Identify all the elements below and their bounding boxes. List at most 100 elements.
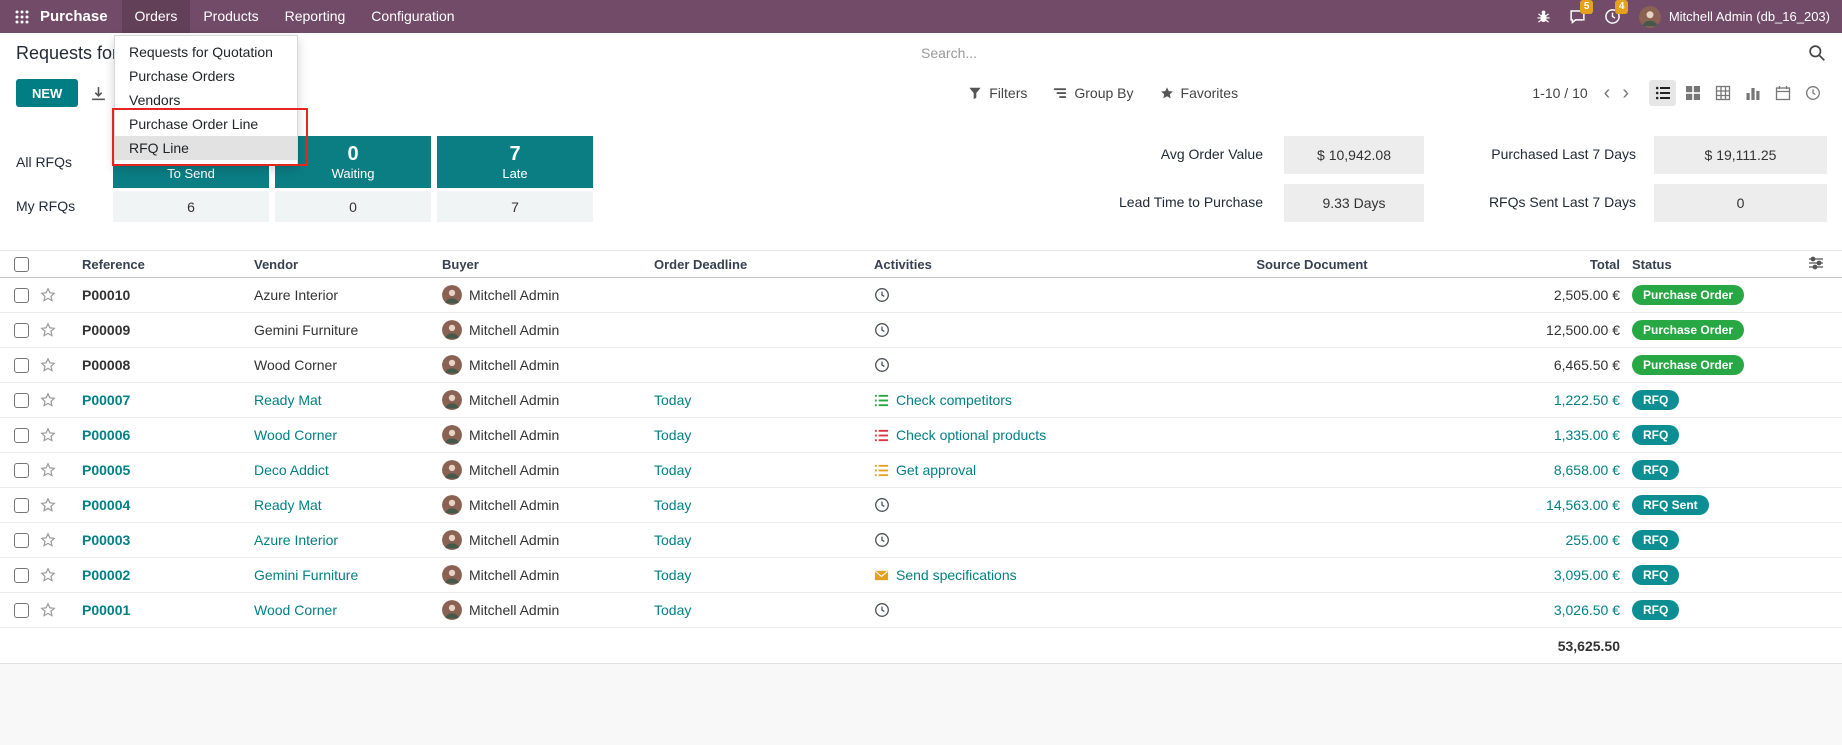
row-reference[interactable]: P00001 <box>74 602 250 618</box>
table-row[interactable]: P00001 Wood Corner Mitchell Admin Today … <box>0 593 1842 628</box>
my-rfq-waiting[interactable]: 0 <box>275 191 431 222</box>
dropdown-item-vendors[interactable]: Vendors <box>115 88 297 112</box>
dropdown-item-purchase-order-line[interactable]: Purchase Order Line <box>115 112 297 136</box>
row-reference[interactable]: P00005 <box>74 462 250 478</box>
menu-reporting[interactable]: Reporting <box>272 0 359 33</box>
row-activity[interactable]: Get approval <box>874 462 1144 478</box>
view-list-icon[interactable] <box>1649 80 1676 106</box>
row-checkbox[interactable] <box>14 358 29 373</box>
email-activity-icon[interactable] <box>874 568 889 583</box>
view-activity-icon[interactable] <box>1799 80 1826 106</box>
row-reference[interactable]: P00008 <box>74 357 250 373</box>
row-activity[interactable] <box>874 532 1144 548</box>
row-activity[interactable] <box>874 322 1144 338</box>
row-activity-label[interactable]: Get approval <box>896 462 976 478</box>
activities-icon[interactable]: 4 <box>1604 8 1621 25</box>
row-activity[interactable] <box>874 357 1144 373</box>
row-star-icon[interactable] <box>40 322 74 338</box>
pager-prev-icon[interactable]: ‹ <box>1598 83 1617 103</box>
table-row[interactable]: P00005 Deco Addict Mitchell Admin Today … <box>0 453 1842 488</box>
row-reference[interactable]: P00010 <box>74 287 250 303</box>
clock-activity-icon[interactable] <box>874 357 890 373</box>
view-calendar-icon[interactable] <box>1769 80 1796 106</box>
user-name[interactable]: Mitchell Admin (db_16_203) <box>1669 9 1830 24</box>
dropdown-item-requests-for-quotation[interactable]: Requests for Quotation <box>115 40 297 64</box>
row-checkbox[interactable] <box>14 393 29 408</box>
view-kanban-icon[interactable] <box>1679 80 1706 106</box>
table-row[interactable]: P00003 Azure Interior Mitchell Admin Tod… <box>0 523 1842 558</box>
clock-activity-icon[interactable] <box>874 532 890 548</box>
row-reference[interactable]: P00003 <box>74 532 250 548</box>
table-row[interactable]: P00006 Wood Corner Mitchell Admin Today … <box>0 418 1842 453</box>
col-source-document[interactable]: Source Document <box>1144 257 1480 272</box>
dropdown-item-purchase-orders[interactable]: Purchase Orders <box>115 64 297 88</box>
row-checkbox[interactable] <box>14 428 29 443</box>
export-icon[interactable] <box>90 85 107 102</box>
row-star-icon[interactable] <box>40 357 74 373</box>
table-row[interactable]: P00010 Azure Interior Mitchell Admin 2,5… <box>0 278 1842 313</box>
clock-activity-icon[interactable] <box>874 322 890 338</box>
col-order-deadline[interactable]: Order Deadline <box>654 257 874 272</box>
row-star-icon[interactable] <box>40 532 74 548</box>
row-activity[interactable] <box>874 497 1144 513</box>
apps-grid-icon[interactable] <box>6 9 38 25</box>
select-all-checkbox[interactable] <box>14 257 29 272</box>
list-activity-icon[interactable] <box>874 393 889 408</box>
row-star-icon[interactable] <box>40 497 74 513</box>
row-checkbox[interactable] <box>14 533 29 548</box>
view-graph-icon[interactable] <box>1739 80 1766 106</box>
view-pivot-icon[interactable] <box>1709 80 1736 106</box>
table-row[interactable]: P00004 Ready Mat Mitchell Admin Today 14… <box>0 488 1842 523</box>
table-row[interactable]: P00009 Gemini Furniture Mitchell Admin 1… <box>0 313 1842 348</box>
col-reference[interactable]: Reference <box>74 257 250 272</box>
row-checkbox[interactable] <box>14 568 29 583</box>
col-total[interactable]: Total <box>1480 257 1620 272</box>
row-star-icon[interactable] <box>40 567 74 583</box>
row-reference[interactable]: P00004 <box>74 497 250 513</box>
row-activity[interactable] <box>874 287 1144 303</box>
row-star-icon[interactable] <box>40 392 74 408</box>
row-activity[interactable]: Check competitors <box>874 392 1144 408</box>
group-by-button[interactable]: Group By <box>1042 80 1144 106</box>
search-icon[interactable] <box>1808 44 1826 62</box>
search-bar[interactable] <box>921 44 1826 62</box>
row-checkbox[interactable] <box>14 288 29 303</box>
row-reference[interactable]: P00007 <box>74 392 250 408</box>
rfq-box-waiting[interactable]: 0 Waiting <box>275 136 431 188</box>
new-button[interactable]: NEW <box>16 79 78 107</box>
user-avatar[interactable] <box>1639 6 1661 28</box>
row-activity-label[interactable]: Check competitors <box>896 392 1012 408</box>
my-rfq-late[interactable]: 7 <box>437 191 593 222</box>
list-activity-icon[interactable] <box>874 428 889 443</box>
clock-activity-icon[interactable] <box>874 602 890 618</box>
row-activity-label[interactable]: Send specifications <box>896 567 1017 583</box>
list-activity-icon[interactable] <box>874 463 889 478</box>
row-star-icon[interactable] <box>40 287 74 303</box>
menu-configuration[interactable]: Configuration <box>358 0 467 33</box>
col-activities[interactable]: Activities <box>874 257 1144 272</box>
table-row[interactable]: P00008 Wood Corner Mitchell Admin 6,465.… <box>0 348 1842 383</box>
row-star-icon[interactable] <box>40 602 74 618</box>
dropdown-item-rfq-line[interactable]: RFQ Line <box>115 136 297 160</box>
favorites-button[interactable]: Favorites <box>1149 80 1250 106</box>
clock-activity-icon[interactable] <box>874 287 890 303</box>
table-settings-icon[interactable] <box>1808 255 1824 274</box>
col-vendor[interactable]: Vendor <box>250 257 442 272</box>
table-row[interactable]: P00002 Gemini Furniture Mitchell Admin T… <box>0 558 1842 593</box>
row-star-icon[interactable] <box>40 427 74 443</box>
my-rfq-to-send[interactable]: 6 <box>113 191 269 222</box>
row-activity-label[interactable]: Check optional products <box>896 427 1046 443</box>
pager-next-icon[interactable]: › <box>1616 83 1635 103</box>
col-status[interactable]: Status <box>1620 257 1784 272</box>
row-reference[interactable]: P00002 <box>74 567 250 583</box>
row-checkbox[interactable] <box>14 323 29 338</box>
col-buyer[interactable]: Buyer <box>442 257 654 272</box>
rfq-box-late[interactable]: 7 Late <box>437 136 593 188</box>
row-reference[interactable]: P00009 <box>74 322 250 338</box>
table-row[interactable]: P00007 Ready Mat Mitchell Admin Today Ch… <box>0 383 1842 418</box>
search-input[interactable] <box>921 45 1808 61</box>
app-name[interactable]: Purchase <box>40 8 108 25</box>
row-activity[interactable]: Check optional products <box>874 427 1144 443</box>
row-star-icon[interactable] <box>40 462 74 478</box>
debug-icon[interactable] <box>1536 9 1551 24</box>
